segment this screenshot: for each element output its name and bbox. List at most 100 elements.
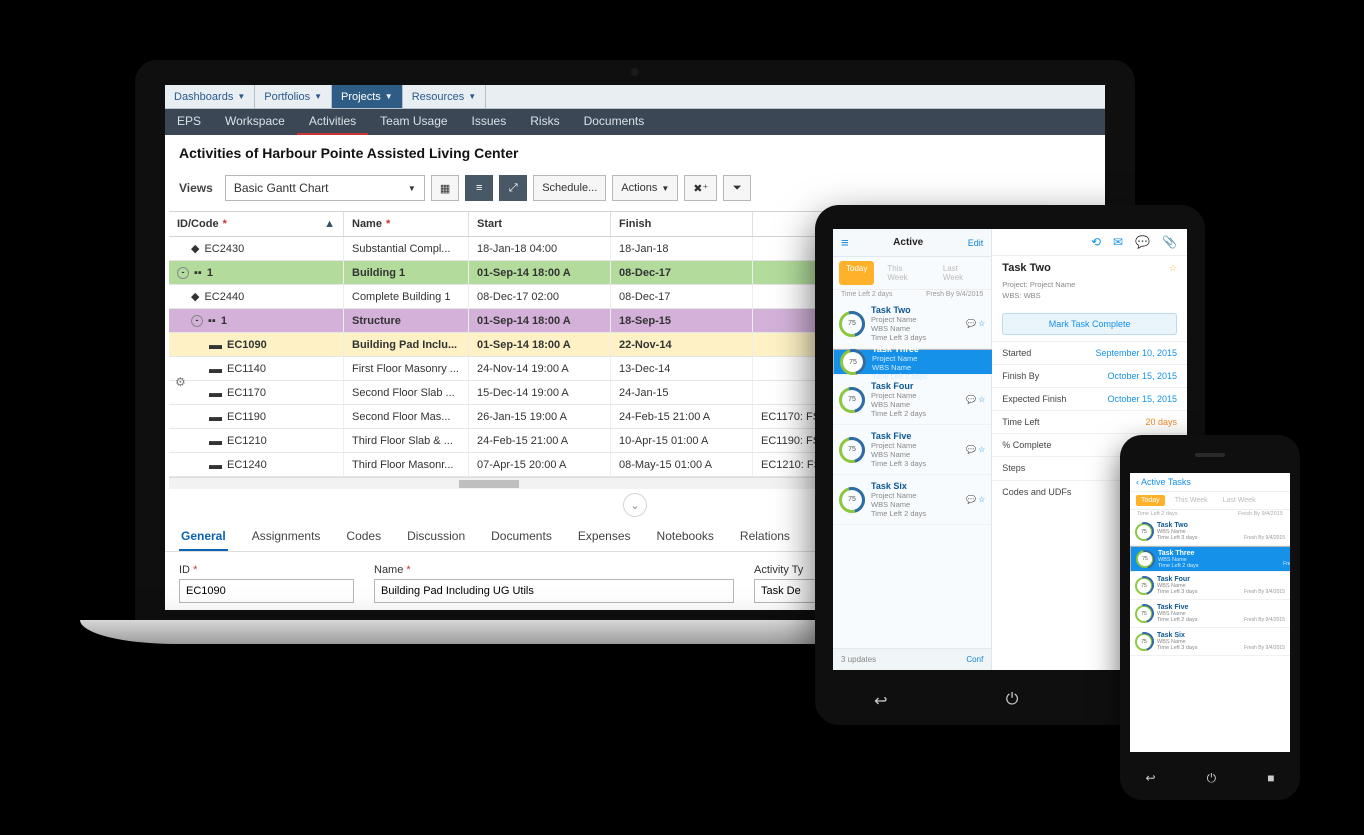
phone-mini-summary: Time Left 2 daysFresh By 9/4/2015 <box>1130 510 1290 518</box>
view-selector[interactable]: Basic Gantt Chart ▼ <box>225 175 425 201</box>
detail-row[interactable]: StartedSeptember 10, 2015 <box>992 341 1187 364</box>
star-icon: ☆ <box>978 495 985 504</box>
col-start[interactable]: Start <box>469 212 611 236</box>
gear-icon[interactable]: ⚙ <box>175 375 186 389</box>
progress-ring-icon: 75 <box>1136 550 1154 568</box>
schedule-button[interactable]: Schedule... <box>533 175 606 201</box>
filter-row: TodayThis Week Last Week <box>833 257 991 290</box>
filter-icon-button[interactable]: ⏷ <box>723 175 751 201</box>
detail-tab[interactable]: General <box>179 523 228 551</box>
filter-chip[interactable]: This Week <box>880 261 929 285</box>
detail-row[interactable]: Expected FinishOctober 15, 2015 <box>992 387 1187 410</box>
chevron-down-icon: ▼ <box>408 184 416 193</box>
task-row[interactable]: 75Task TwoProject NameWBS NameTime Left … <box>833 299 991 349</box>
views-label: Views <box>179 181 213 195</box>
activity-type-icon: ▬ <box>209 409 222 424</box>
detail-title-row: Task Two ☆ <box>992 256 1187 280</box>
chat-icon: 💬 <box>966 319 976 328</box>
detail-tab[interactable]: Expenses <box>576 523 633 551</box>
filter-chip[interactable]: This Week <box>1170 495 1213 506</box>
task-row[interactable]: 75Task SixProject NameWBS NameTime Left … <box>833 475 991 525</box>
recent-icon[interactable]: ■ <box>1267 771 1274 786</box>
star-icon[interactable]: ☆ <box>1169 263 1177 274</box>
gantt-icon-button[interactable]: ≡ <box>465 175 493 201</box>
tool-refresh-icon[interactable]: ⟲ <box>1091 235 1101 249</box>
expand-icon-button[interactable]: ⤢ <box>499 175 527 201</box>
progress-ring-icon: 75 <box>839 487 865 513</box>
topnav-item[interactable]: Projects ▼ <box>332 85 403 108</box>
filter-chip[interactable]: Today <box>1136 495 1165 506</box>
col-id[interactable]: ID/Code*▲ <box>169 212 344 236</box>
menu-icon[interactable]: ≡ <box>841 235 849 250</box>
subnav-item[interactable]: Documents <box>572 109 657 135</box>
home-icon[interactable]: ⏻ <box>1006 691 1019 711</box>
task-list-title: Active <box>893 237 923 248</box>
task-row[interactable]: 75Task FiveProject NameWBS NameTime Left… <box>833 425 991 475</box>
progress-ring-icon: 75 <box>1135 577 1153 595</box>
name-input[interactable] <box>374 579 734 603</box>
task-row[interactable]: 75Task FourWBS NameTime Left 3 daysFresh… <box>1130 572 1290 600</box>
collapse-icon[interactable]: - <box>191 315 203 327</box>
progress-ring-icon: 75 <box>840 349 866 375</box>
subnav-item[interactable]: Workspace <box>213 109 297 135</box>
speaker-icon <box>1195 453 1225 457</box>
grid-icon-button[interactable]: ▦ <box>431 175 459 201</box>
edit-button[interactable]: Edit <box>968 238 984 248</box>
activity-type-icon: ▬ <box>209 385 222 400</box>
topnav-item[interactable]: Portfolios ▼ <box>255 85 332 108</box>
col-name[interactable]: Name* <box>344 212 469 236</box>
progress-ring-icon: 75 <box>1135 523 1153 541</box>
progress-ring-icon: 75 <box>839 387 865 413</box>
activity-type-icon: ▬ <box>209 433 222 448</box>
back-icon[interactable]: ↩ <box>874 691 887 711</box>
filter-chip[interactable]: Today <box>839 261 874 285</box>
detail-row[interactable]: Finish ByOctober 15, 2015 <box>992 364 1187 387</box>
task-list-header: ≡ Active Edit <box>833 229 991 257</box>
subnav-item[interactable]: EPS <box>165 109 213 135</box>
collapse-panel-button[interactable]: ⌄ <box>623 493 647 517</box>
detail-tab[interactable]: Discussion <box>405 523 467 551</box>
mark-complete-button[interactable]: Mark Task Complete <box>1002 313 1177 335</box>
task-row[interactable]: 75Task TwoWBS NameTime Left 3 daysFresh … <box>1130 518 1290 546</box>
progress-ring-icon: 75 <box>839 311 865 337</box>
tool-chat-icon[interactable]: 💬 <box>1135 235 1150 249</box>
home-icon[interactable]: ⏻ <box>1207 771 1217 786</box>
task-row[interactable]: 75Task FiveWBS NameTime Left 2 daysFresh… <box>1130 600 1290 628</box>
detail-tab[interactable]: Relations <box>738 523 792 551</box>
star-icon: ☆ <box>978 395 985 404</box>
star-icon: ☆ <box>978 319 985 328</box>
filter-chip[interactable]: Last Week <box>936 261 985 285</box>
group-icon: ▪▪ <box>208 315 216 327</box>
task-row[interactable]: 75Task SixWBS NameTime Left 3 daysFresh … <box>1130 628 1290 656</box>
tool-attach-icon[interactable]: 📎 <box>1162 235 1177 249</box>
task-row[interactable]: 75Task FourProject NameWBS NameTime Left… <box>833 375 991 425</box>
top-nav: Dashboards ▼Portfolios ▼Projects ▼Resour… <box>165 85 1105 109</box>
topnav-item[interactable]: Dashboards ▼ <box>165 85 255 108</box>
col-finish[interactable]: Finish <box>611 212 753 236</box>
mini-summary: Time Left 2 daysFresh By 9/4/2015 <box>833 290 991 299</box>
sort-asc-icon: ▲ <box>324 218 335 230</box>
footer-action[interactable]: Conf <box>966 655 983 664</box>
progress-ring-icon: 75 <box>839 437 865 463</box>
subnav-item[interactable]: Issues <box>460 109 519 135</box>
back-icon[interactable]: ↩ <box>1146 771 1156 786</box>
phone-header[interactable]: ‹ Active Tasks <box>1130 473 1290 492</box>
subnav-item[interactable]: Risks <box>518 109 571 135</box>
page-title: Activities of Harbour Pointe Assisted Li… <box>165 135 1105 171</box>
topnav-item[interactable]: Resources ▼ <box>403 85 487 108</box>
filter-chip[interactable]: Last Week <box>1218 495 1261 506</box>
actions-button[interactable]: Actions▼ <box>612 175 678 201</box>
detail-tab[interactable]: Notebooks <box>655 523 716 551</box>
task-row[interactable]: 75Task ThreeWBS NameTime Left 2 daysFres… <box>1130 546 1290 572</box>
detail-tab[interactable]: Assignments <box>250 523 323 551</box>
detail-tab[interactable]: Codes <box>344 523 383 551</box>
settings-icon-button[interactable]: ✖⁺ <box>684 175 717 201</box>
id-input[interactable] <box>179 579 354 603</box>
subnav-item[interactable]: Activities <box>297 109 368 135</box>
collapse-icon[interactable]: - <box>177 267 189 279</box>
detail-tab[interactable]: Documents <box>489 523 554 551</box>
detail-row[interactable]: Time Left20 days <box>992 410 1187 433</box>
progress-ring-icon: 75 <box>1135 605 1153 623</box>
subnav-item[interactable]: Team Usage <box>368 109 459 135</box>
tool-mail-icon[interactable]: ✉ <box>1113 235 1123 249</box>
